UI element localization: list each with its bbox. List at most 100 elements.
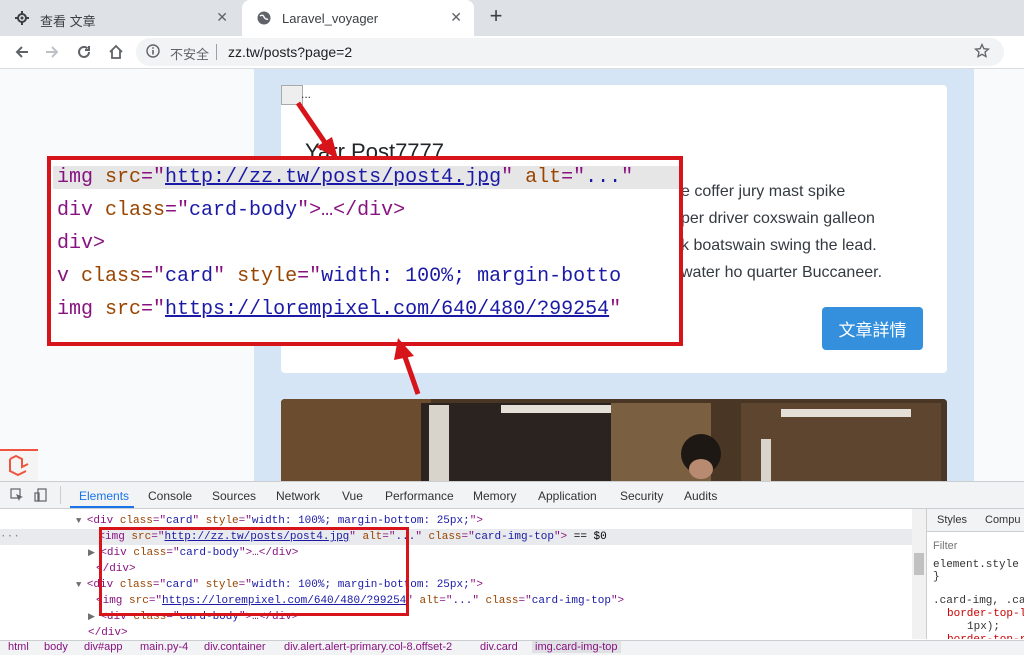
close-icon[interactable]: ✕ — [216, 9, 228, 26]
devtools-tab-memory[interactable]: Memory — [473, 489, 516, 503]
code-token: =" — [165, 199, 190, 222]
devtools-tab-security[interactable]: Security — [620, 489, 663, 503]
code-token: =" — [238, 515, 252, 527]
back-icon[interactable] — [10, 40, 34, 64]
style-property: border-top-l — [947, 608, 1024, 620]
callout-code-line: div class="card-body">…</div> — [57, 199, 405, 222]
code-token: width: 100%; margin-bottom: 25px; — [251, 515, 470, 527]
code-token: v — [57, 265, 82, 288]
url-text[interactable]: zz.tw/posts?page=2 — [228, 44, 352, 60]
devtools-tab-performance[interactable]: Performance — [385, 489, 454, 503]
code-token: <div — [86, 515, 120, 527]
forward-icon[interactable] — [40, 40, 64, 64]
arrow-up-icon — [394, 338, 421, 395]
inspect-element-icon[interactable] — [10, 488, 24, 507]
code-token: " — [472, 595, 486, 607]
breadcrumb-item[interactable]: main.py-4 — [140, 641, 188, 653]
home-icon[interactable] — [104, 40, 128, 64]
code-token: =" — [141, 298, 166, 321]
devtools-tab-network[interactable]: Network — [276, 489, 320, 503]
code-token: =" — [152, 515, 167, 527]
code-token: " — [501, 166, 526, 189]
code-token: style — [205, 515, 239, 527]
devtools-tab-bar: Elements Console Sources Network Vue Per… — [0, 482, 1024, 509]
devtools-tab-vue[interactable]: Vue — [342, 489, 363, 503]
reload-icon[interactable] — [72, 40, 96, 64]
device-toolbar-icon[interactable] — [34, 488, 48, 507]
style-value: 1px); — [967, 621, 1001, 633]
code-token: =" — [561, 166, 586, 189]
breadcrumb-item[interactable]: div.card — [480, 641, 518, 653]
devtools-tab-sources[interactable]: Sources — [212, 489, 256, 503]
code-token: " — [213, 265, 238, 288]
breadcrumb-item[interactable]: html — [8, 641, 29, 653]
code-token: class — [428, 531, 462, 543]
devtools-tab-application[interactable]: Application — [538, 489, 597, 503]
code-token: =" — [141, 166, 166, 189]
code-link[interactable]: http://zz.tw/posts/post4.jpg — [165, 166, 501, 189]
devtools-tab-elements[interactable]: Elements — [79, 489, 129, 503]
post-card-image — [281, 399, 947, 481]
divider — [216, 44, 217, 60]
dom-node-line[interactable]: </div> — [88, 625, 128, 639]
gear-icon — [14, 10, 30, 26]
styles-tab[interactable]: Styles — [937, 514, 967, 526]
code-token: " — [621, 166, 634, 189]
code-token: ... — [452, 595, 473, 607]
style-line: } — [933, 571, 940, 583]
code-token: ... — [585, 166, 622, 189]
elements-scrollbar[interactable] — [912, 509, 926, 639]
code-token: div — [57, 199, 106, 222]
computed-tab[interactable]: Compu — [985, 514, 1020, 526]
styles-filter-input[interactable] — [931, 537, 1023, 555]
code-token: div> — [57, 232, 106, 255]
code-token: " — [415, 531, 429, 543]
bookmark-star-icon[interactable] — [973, 42, 991, 64]
style-rule-card-img: .card-img, .car border-top-l 1px); borde… — [933, 595, 1024, 639]
breadcrumb-item[interactable]: div.alert.alert-primary.col-8.offset-2 — [284, 641, 452, 653]
breadcrumb-item[interactable]: body — [44, 641, 68, 653]
collapse-triangle-icon[interactable]: ▼ — [76, 516, 87, 526]
info-icon[interactable] — [146, 44, 160, 63]
code-token: =" — [439, 595, 453, 607]
code-token: src — [105, 298, 142, 321]
breadcrumb-item[interactable]: div#app — [84, 641, 123, 653]
callout-code-line: v class="card" style="width: 100%; margi… — [57, 265, 621, 288]
arrow-down-icon — [295, 101, 338, 159]
laravel-logo-icon[interactable] — [0, 449, 38, 483]
security-label: 不安全 — [170, 47, 210, 62]
new-tab-button[interactable]: + — [484, 5, 508, 29]
code-token: class — [81, 265, 142, 288]
browser-toolbar: 不安全 zz.tw/posts?page=2 — [0, 36, 1024, 98]
code-token: card — [165, 265, 214, 288]
callout-code-line: img src="https://lorempixel.com/640/480/… — [57, 298, 621, 321]
code-token: " — [609, 298, 622, 321]
code-token: alt — [419, 595, 440, 607]
code-token: alt — [525, 166, 562, 189]
browser-tab-laravel-voyager[interactable]: Laravel_voyager ✕ — [242, 0, 474, 36]
breadcrumb-item[interactable]: div.container — [204, 641, 266, 653]
code-token: class — [119, 515, 153, 527]
code-link[interactable]: https://lorempixel.com/640/480/?99254 — [165, 298, 609, 321]
code-token: </div> — [88, 627, 128, 639]
devtools-tab-console[interactable]: Console — [148, 489, 192, 503]
style-rule-element: element.style { } — [933, 559, 1024, 583]
browser-tab-view-post[interactable]: 查看 文章 ✕ — [0, 0, 240, 36]
tab-title: Laravel_voyager — [282, 11, 379, 26]
scrollbar-thumb[interactable] — [914, 553, 924, 575]
more-icon[interactable]: ··· — [0, 531, 26, 543]
style-property: border-top-r — [933, 634, 1024, 639]
collapse-triangle-icon[interactable]: ▼ — [76, 580, 87, 590]
address-bar[interactable]: 不安全 zz.tw/posts?page=2 — [136, 38, 1004, 66]
code-token: "> — [610, 595, 625, 607]
devtools-tab-audits[interactable]: Audits — [684, 489, 717, 503]
style-line: element.style { — [933, 559, 1024, 571]
code-token: =" — [518, 595, 532, 607]
code-token: =" — [461, 531, 475, 543]
close-icon[interactable]: ✕ — [450, 9, 462, 26]
breadcrumb-item-selected[interactable]: img.card-img-top — [532, 641, 621, 653]
post-detail-button[interactable]: 文章詳情 — [822, 307, 923, 350]
code-token: "> — [553, 531, 568, 543]
code-token: class — [485, 595, 519, 607]
code-token: img — [57, 166, 106, 189]
